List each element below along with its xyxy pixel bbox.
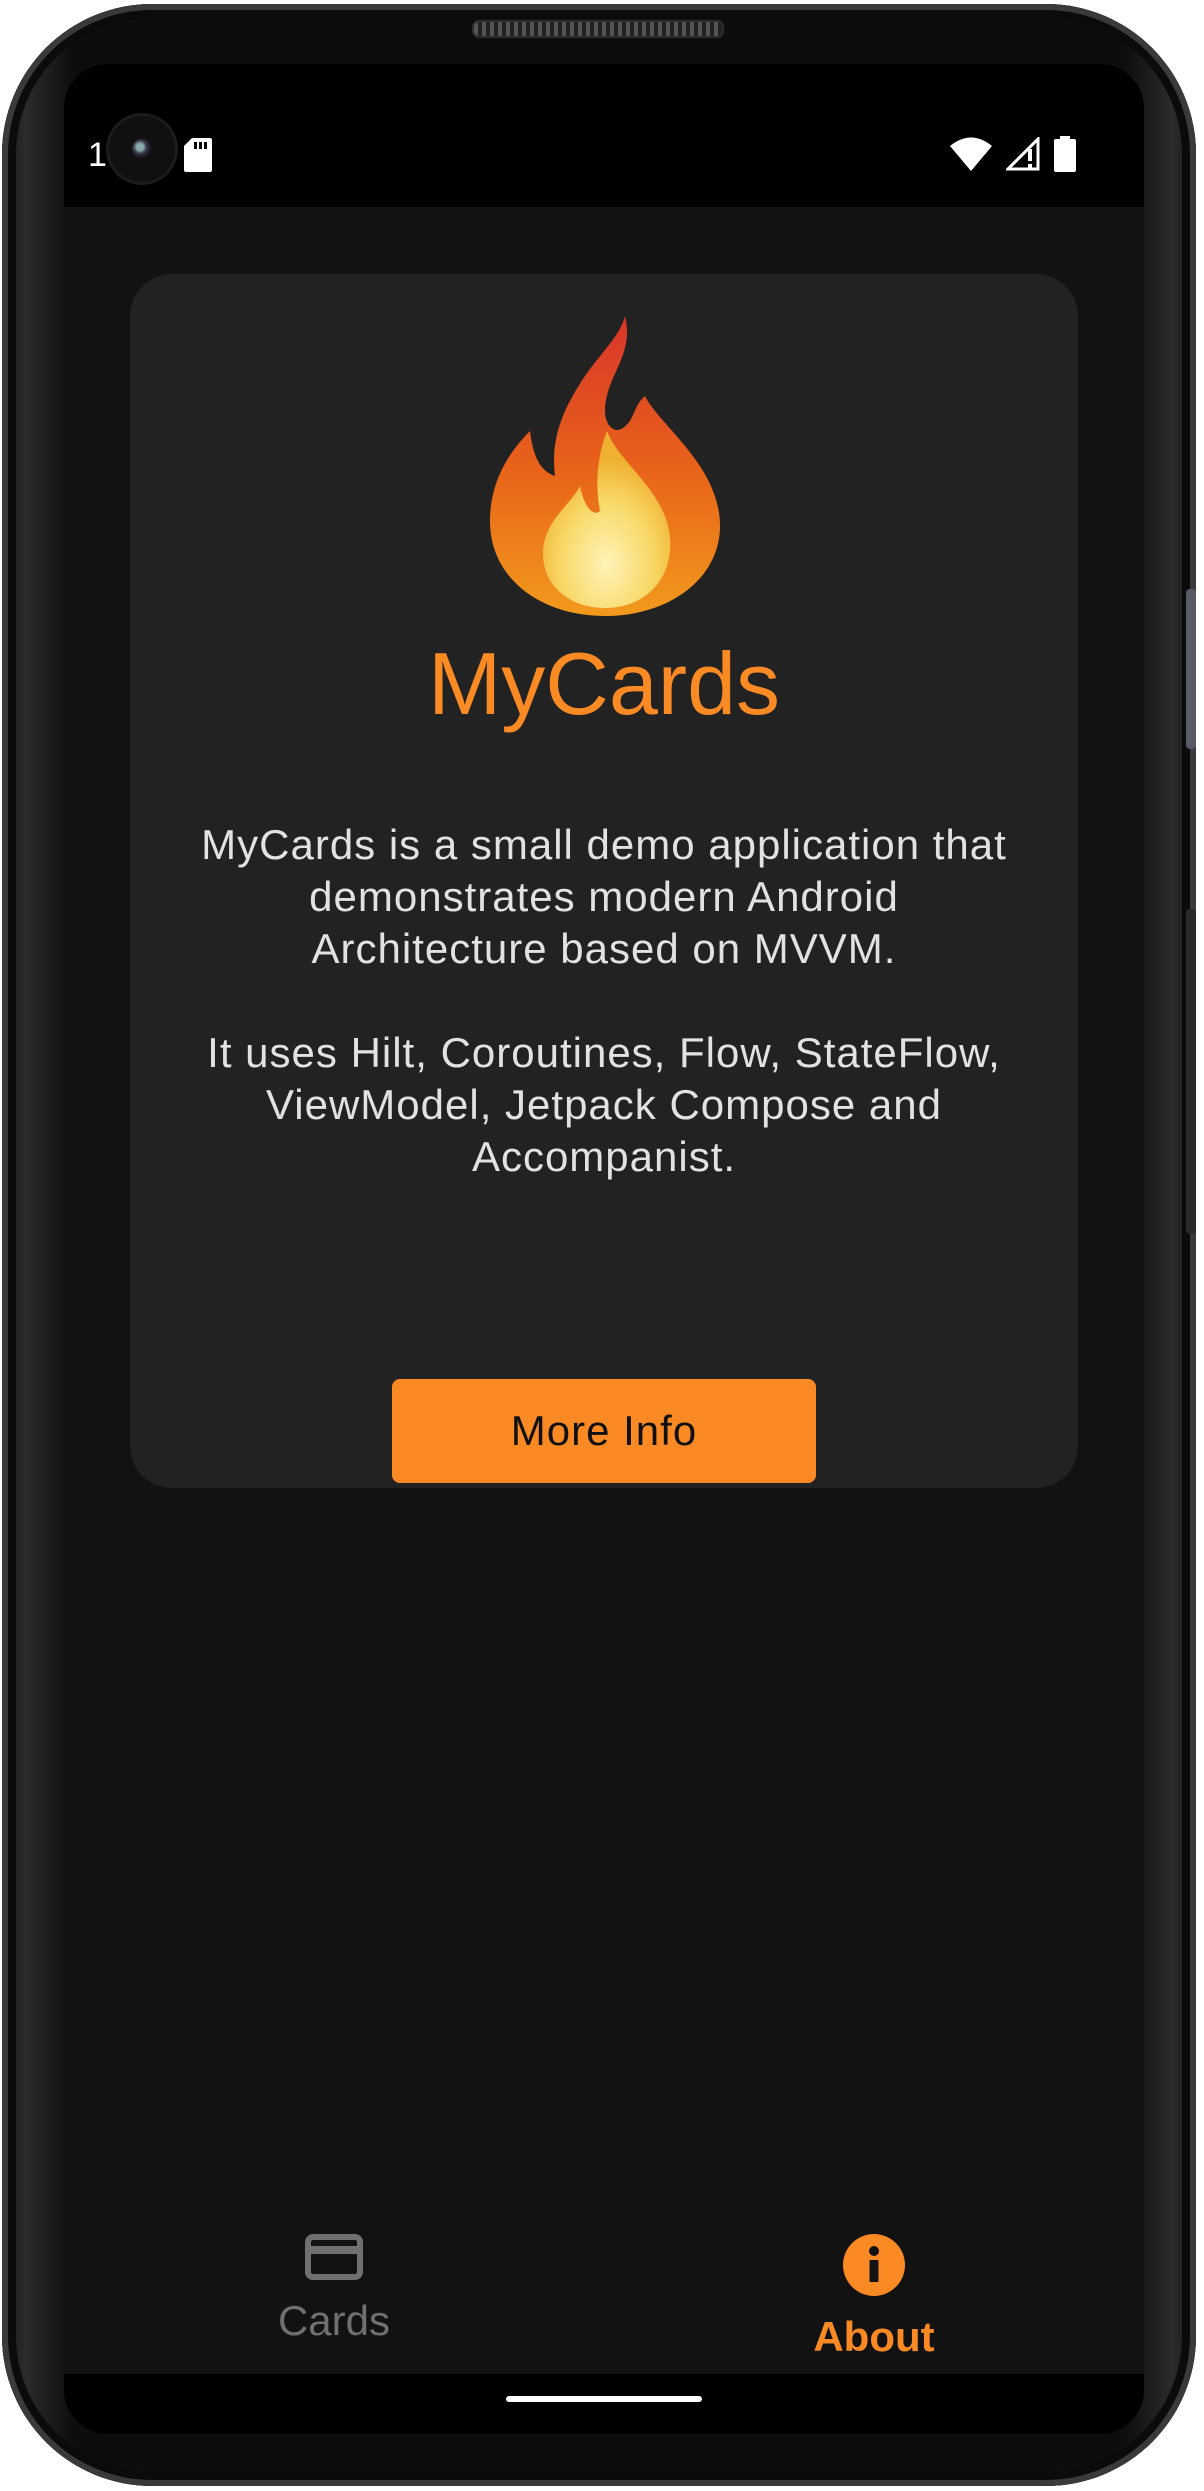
description-paragraph-1: MyCards is a small demo application that… xyxy=(201,821,1007,972)
fire-logo-icon xyxy=(485,316,725,616)
front-camera xyxy=(109,116,175,182)
status-icons xyxy=(950,135,1076,177)
nav-label-about: About xyxy=(813,2313,935,2360)
power-button xyxy=(1186,909,1196,1234)
wifi-icon xyxy=(950,137,992,176)
description-paragraph-2: It uses Hilt, Coroutines, Flow, StateFlo… xyxy=(207,1029,1001,1180)
battery-icon xyxy=(1054,136,1076,177)
screen: 1 MyCards MyCards is a small demo applic… xyxy=(64,64,1144,2434)
volume-button xyxy=(1186,589,1196,749)
about-card: MyCards MyCards is a small demo applicat… xyxy=(130,274,1078,1488)
phone-frame: 1 MyCards MyCards is a small demo applic… xyxy=(2,4,1196,2486)
status-bar: 1 xyxy=(64,64,1144,207)
gesture-navigation-bar xyxy=(64,2374,1144,2434)
nav-item-about[interactable]: About xyxy=(724,2234,1024,2364)
credit-card-icon xyxy=(305,2234,363,2285)
cellular-signal-icon xyxy=(1004,135,1040,176)
sd-card-icon xyxy=(184,138,212,177)
earpiece-speaker xyxy=(472,20,724,38)
status-time: 1 xyxy=(88,136,107,174)
info-icon xyxy=(843,2234,905,2301)
app-title: MyCards xyxy=(427,634,781,733)
bottom-navigation-bar: Cards About xyxy=(64,2214,1144,2374)
home-gesture-handle[interactable] xyxy=(506,2396,702,2402)
nav-label-cards: Cards xyxy=(277,2297,391,2344)
more-info-button[interactable]: More Info xyxy=(392,1379,816,1483)
nav-item-cards[interactable]: Cards xyxy=(184,2234,484,2364)
